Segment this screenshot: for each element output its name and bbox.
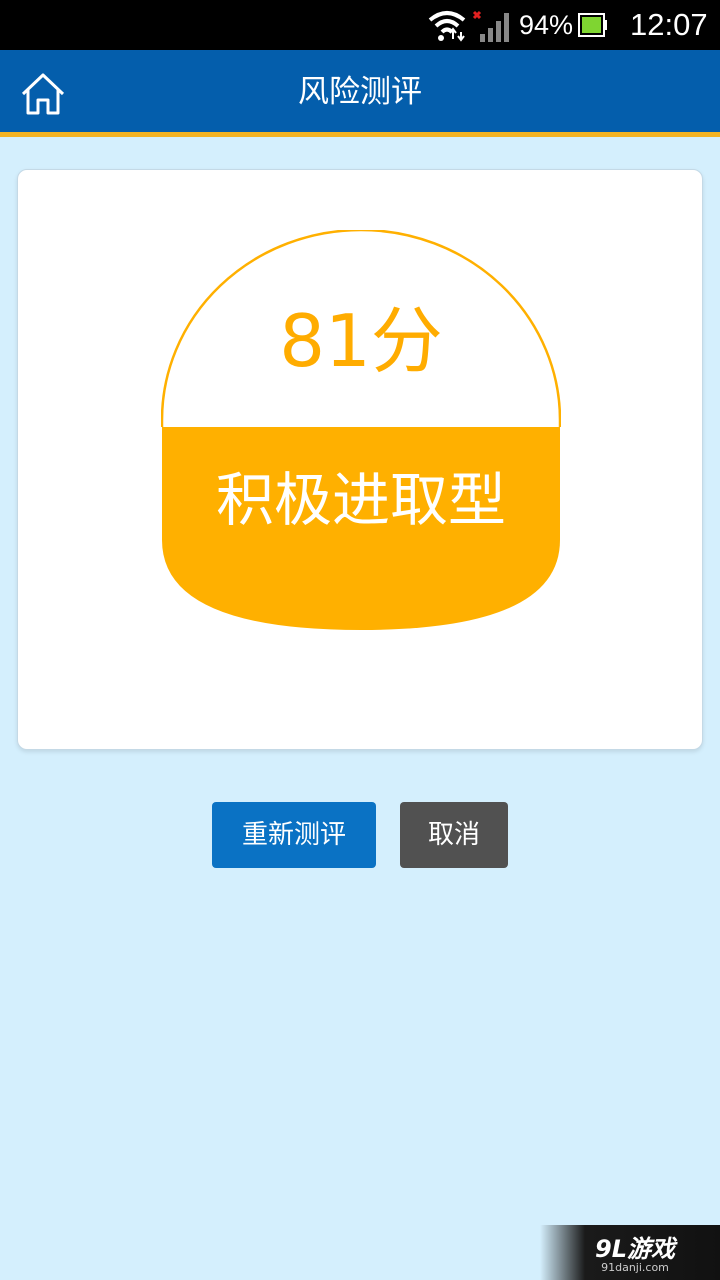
result-card: 81分 积极进取型 <box>17 169 703 750</box>
watermark-logo: 9L游戏 91danji.com <box>595 1235 678 1273</box>
watermark: 9L游戏 91danji.com <box>540 1225 720 1280</box>
score-gauge <box>161 230 561 630</box>
wifi-icon <box>428 11 466 42</box>
clock: 12:07 <box>630 7 708 42</box>
retest-button[interactable]: 重新测评 <box>212 802 376 868</box>
page-title: 风险测评 <box>298 74 422 110</box>
cancel-button[interactable]: 取消 <box>400 802 508 868</box>
watermark-url: 91danji.com <box>601 1261 669 1273</box>
battery-icon <box>578 13 607 37</box>
watermark-logo-text: 9L游戏 <box>595 1235 678 1263</box>
signal-icon <box>472 10 509 42</box>
title-bar: 风险测评 <box>0 50 720 137</box>
battery-percent: 94% <box>519 10 574 40</box>
home-icon[interactable] <box>20 72 66 116</box>
score-value: 81分 <box>279 299 443 383</box>
risk-type-label: 积极进取型 <box>215 466 506 534</box>
status-bar: 94% 12:07 <box>0 0 720 50</box>
